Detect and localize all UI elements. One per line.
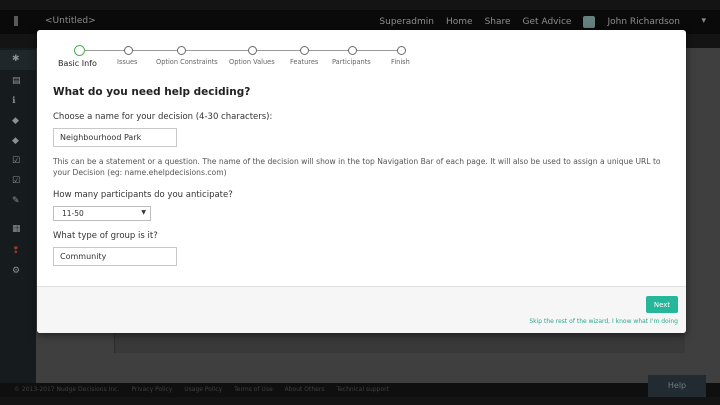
step-label-option-constraints[interactable]: Option Constraints bbox=[156, 58, 218, 66]
wizard-stepper: Basic Info Issues Option Constraints Opt… bbox=[37, 30, 686, 72]
step-dot-finish[interactable] bbox=[397, 46, 406, 55]
step-dot-option-values[interactable] bbox=[248, 46, 257, 55]
step-label-option-values[interactable]: Option Values bbox=[229, 58, 275, 66]
decision-name-input[interactable] bbox=[53, 128, 177, 147]
decision-name-help-text: This can be a statement or a question. T… bbox=[53, 157, 661, 177]
decision-wizard-modal: Basic Info Issues Option Constraints Opt… bbox=[37, 30, 686, 333]
wizard-heading: What do you need help deciding? bbox=[53, 86, 251, 98]
step-dot-participants[interactable] bbox=[348, 46, 357, 55]
step-dot-basic-info[interactable] bbox=[74, 45, 85, 56]
step-label-features[interactable]: Features bbox=[290, 58, 318, 66]
chevron-down-icon: ▼ bbox=[141, 209, 146, 216]
decision-name-label: Choose a name for your decision (4-30 ch… bbox=[53, 112, 273, 122]
participants-selected-value: 11-50 bbox=[62, 209, 84, 218]
next-button[interactable]: Next bbox=[646, 296, 678, 313]
step-label-participants[interactable]: Participants bbox=[332, 58, 371, 66]
step-label-basic-info[interactable]: Basic Info bbox=[58, 59, 97, 68]
step-dot-features[interactable] bbox=[300, 46, 309, 55]
step-dot-option-constraints[interactable] bbox=[177, 46, 186, 55]
participants-label: How many participants do you anticipate? bbox=[53, 190, 233, 200]
step-label-issues[interactable]: Issues bbox=[117, 58, 138, 66]
modal-footer: Next Skip the rest of the wizard, I know… bbox=[37, 286, 686, 333]
group-type-label: What type of group is it? bbox=[53, 231, 158, 241]
skip-wizard-link[interactable]: Skip the rest of the wizard, I know what… bbox=[529, 318, 678, 325]
group-type-input[interactable] bbox=[53, 247, 177, 266]
step-dot-issues[interactable] bbox=[124, 46, 133, 55]
step-label-finish[interactable]: Finish bbox=[391, 58, 410, 66]
participants-select[interactable]: 11-50 ▼ bbox=[53, 206, 151, 221]
